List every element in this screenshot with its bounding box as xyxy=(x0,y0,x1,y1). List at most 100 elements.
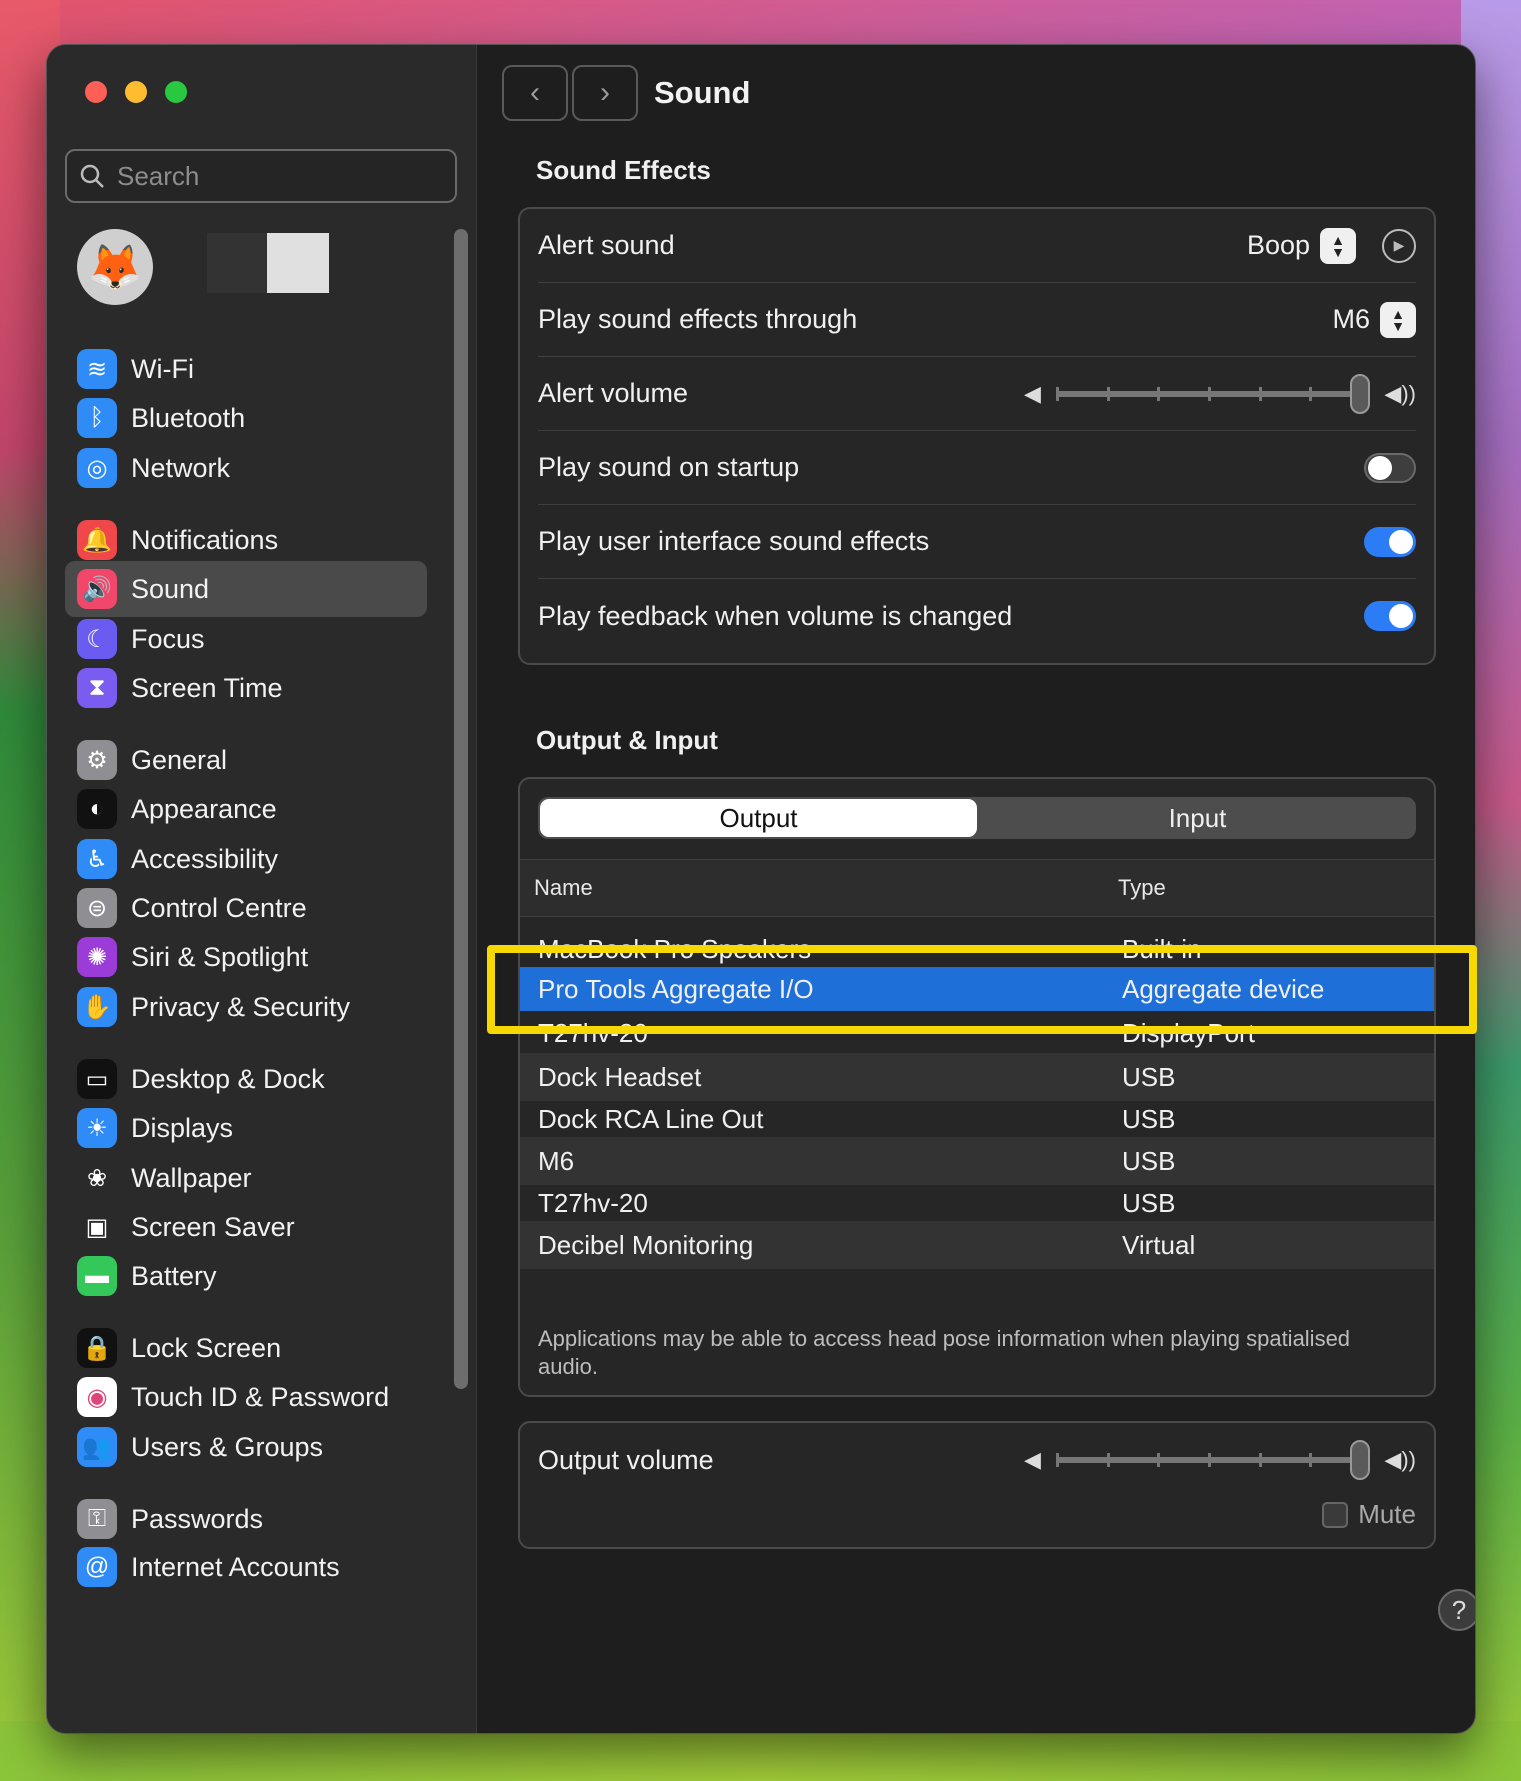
section-title-output-input: Output & Input xyxy=(536,725,718,755)
sidebar-item-label: Bluetooth xyxy=(131,402,246,433)
slider-tick xyxy=(1106,386,1110,401)
sidebar-item-screen-saver[interactable]: ▣ Screen Saver xyxy=(65,1199,427,1255)
column-header-type[interactable]: Type xyxy=(1118,875,1166,901)
startup-sound-row: Play sound on startup xyxy=(538,431,1416,505)
sidebar-item-wi-fi[interactable]: ≋ Wi-Fi xyxy=(65,341,427,397)
mute-label: Mute xyxy=(1358,1499,1416,1529)
siri-icon: ✺ xyxy=(77,937,117,977)
sidebar-item-label: Sound xyxy=(131,573,210,604)
spatial-audio-footnote: Applications may be able to access head … xyxy=(538,1326,1351,1379)
sidebar-item-label: Battery xyxy=(131,1260,217,1291)
popup-arrows-icon[interactable]: ▲ ▼ xyxy=(1380,301,1416,338)
at-icon: @ xyxy=(77,1547,117,1587)
accessibility-icon: ♿ xyxy=(77,839,117,879)
gear-icon: ⚙ xyxy=(77,740,117,780)
sidebar-item-screen-time[interactable]: ⧗ Screen Time xyxy=(65,660,427,716)
device-name: Pro Tools Aggregate I/O xyxy=(538,973,814,1004)
alert-sound-value[interactable]: Boop xyxy=(1247,230,1310,261)
sidebar-item-privacy-security[interactable]: ✋ Privacy & Security xyxy=(65,979,427,1035)
minimize-button[interactable] xyxy=(125,81,147,103)
sidebar-item-label: Wallpaper xyxy=(131,1162,252,1193)
mute-checkbox[interactable] xyxy=(1322,1501,1349,1528)
globe-icon: ◎ xyxy=(77,448,117,488)
avatar[interactable]: 🦊 xyxy=(77,229,153,305)
sidebar-item-control-centre[interactable]: ⊜ Control Centre xyxy=(65,880,427,936)
sidebar-item-appearance[interactable]: ◐ Appearance xyxy=(65,781,427,837)
sidebar-item-notifications[interactable]: 🔔 Notifications xyxy=(65,512,427,568)
sidebar-item-bluetooth[interactable]: ᛒ Bluetooth xyxy=(65,390,427,446)
device-row[interactable]: Dock RCA Line Out USB xyxy=(520,1095,1434,1143)
column-header-name[interactable]: Name xyxy=(534,875,593,901)
slider-thumb[interactable] xyxy=(1350,1440,1370,1480)
sidebar-item-label: Screen Time xyxy=(131,672,283,703)
play-icon[interactable]: ▶ xyxy=(1382,228,1416,263)
ui-sounds-toggle[interactable] xyxy=(1364,526,1416,557)
zoom-button[interactable] xyxy=(165,81,187,103)
device-type: USB xyxy=(1122,1103,1176,1134)
tab-output[interactable]: Output xyxy=(540,799,977,837)
output-volume-slider[interactable]: ◀ ◀)) xyxy=(1024,1440,1416,1480)
startup-sound-toggle[interactable] xyxy=(1364,452,1416,483)
volume-feedback-label: Play feedback when volume is changed xyxy=(538,600,1013,631)
search-field[interactable]: Search xyxy=(65,149,457,203)
slider-tick xyxy=(1258,386,1262,401)
sidebar-item-accessibility[interactable]: ♿ Accessibility xyxy=(65,831,427,887)
device-row[interactable]: M6 USB xyxy=(520,1137,1434,1185)
sidebar-item-battery[interactable]: ▬ Battery xyxy=(65,1248,427,1304)
slider-tick xyxy=(1309,1453,1313,1467)
sidebar-item-sound[interactable]: 🔊 Sound xyxy=(65,561,427,617)
output-volume-group: Output volume ◀ ◀)) Mute xyxy=(518,1421,1436,1549)
slider-tick xyxy=(1258,1453,1262,1467)
hand-icon: ✋ xyxy=(77,987,117,1027)
alert-sound-row: Alert sound Boop ▲ ▼ ▶ xyxy=(538,209,1416,283)
sun-icon: ☀ xyxy=(77,1108,117,1148)
play-through-value[interactable]: M6 xyxy=(1332,304,1370,335)
chevron-right-icon: › xyxy=(600,76,610,109)
chevron-left-icon: ‹ xyxy=(530,76,540,109)
sidebar-item-touch-id-password[interactable]: ◉ Touch ID & Password xyxy=(65,1369,427,1425)
sound-effects-group: Alert sound Boop ▲ ▼ ▶ Play sound effects… xyxy=(518,207,1436,665)
bell-icon: 🔔 xyxy=(77,520,117,560)
sidebar-item-general[interactable]: ⚙ General xyxy=(65,732,427,788)
alert-volume-slider[interactable]: ◀ ◀)) xyxy=(1024,373,1416,414)
device-row[interactable]: T27hv-20 USB xyxy=(520,1179,1434,1227)
alert-volume-label: Alert volume xyxy=(538,378,689,408)
sidebar-item-network[interactable]: ◎ Network xyxy=(65,440,427,496)
sidebar-item-internet-accounts[interactable]: @ Internet Accounts xyxy=(65,1539,427,1595)
sidebar-item-users-groups[interactable]: 👥 Users & Groups xyxy=(65,1419,427,1475)
help-button[interactable]: ? xyxy=(1438,1589,1475,1631)
close-button[interactable] xyxy=(85,81,107,103)
volume-low-icon: ◀ xyxy=(1024,380,1041,406)
users-icon: 👥 xyxy=(77,1427,117,1467)
mute-control[interactable]: Mute xyxy=(1322,1499,1416,1530)
account-row[interactable]: 🦊 xyxy=(77,229,153,305)
sidebar-item-label: Lock Screen xyxy=(131,1332,282,1363)
alert-volume-row: Alert volume ◀ ◀)) xyxy=(538,357,1416,431)
play-through-label: Play sound effects through xyxy=(538,304,858,334)
flower-icon: ❀ xyxy=(77,1158,117,1198)
sidebar-item-label: Displays xyxy=(131,1112,234,1143)
device-row[interactable]: Decibel Monitoring Virtual xyxy=(520,1221,1434,1269)
sidebar-item-lock-screen[interactable]: 🔒 Lock Screen xyxy=(65,1320,427,1376)
screensaver-icon: ▣ xyxy=(77,1207,117,1247)
sidebar-item-wallpaper[interactable]: ❀ Wallpaper xyxy=(65,1150,427,1206)
sidebar-item-desktop-dock[interactable]: ▭ Desktop & Dock xyxy=(65,1051,427,1107)
output-input-segmented-control[interactable]: Output Input xyxy=(538,797,1416,839)
sidebar-item-focus[interactable]: ☾ Focus xyxy=(65,611,427,667)
volume-feedback-toggle[interactable] xyxy=(1364,601,1416,631)
device-row-selected[interactable]: Pro Tools Aggregate I/O Aggregate device xyxy=(520,967,1434,1011)
sidebar-scrollbar[interactable] xyxy=(454,229,468,1389)
back-button[interactable]: ‹ xyxy=(502,65,568,121)
output-input-group: Output Input Name Type MacBook Pro Speak… xyxy=(518,777,1436,1397)
popup-arrows-icon[interactable]: ▲ ▼ xyxy=(1320,227,1356,264)
device-name: Dock Headset xyxy=(538,1061,702,1092)
slider-thumb[interactable] xyxy=(1350,373,1370,414)
sidebar-item-label: Screen Saver xyxy=(131,1211,295,1242)
hourglass-icon: ⧗ xyxy=(77,668,117,708)
tab-input[interactable]: Input xyxy=(979,797,1416,839)
device-row[interactable]: Dock Headset USB xyxy=(520,1053,1434,1101)
volume-high-icon: ◀)) xyxy=(1384,380,1416,406)
sidebar-item-siri-spotlight[interactable]: ✺ Siri & Spotlight xyxy=(65,929,427,985)
forward-button[interactable]: › xyxy=(572,65,638,121)
sidebar-item-displays[interactable]: ☀ Displays xyxy=(65,1100,427,1156)
